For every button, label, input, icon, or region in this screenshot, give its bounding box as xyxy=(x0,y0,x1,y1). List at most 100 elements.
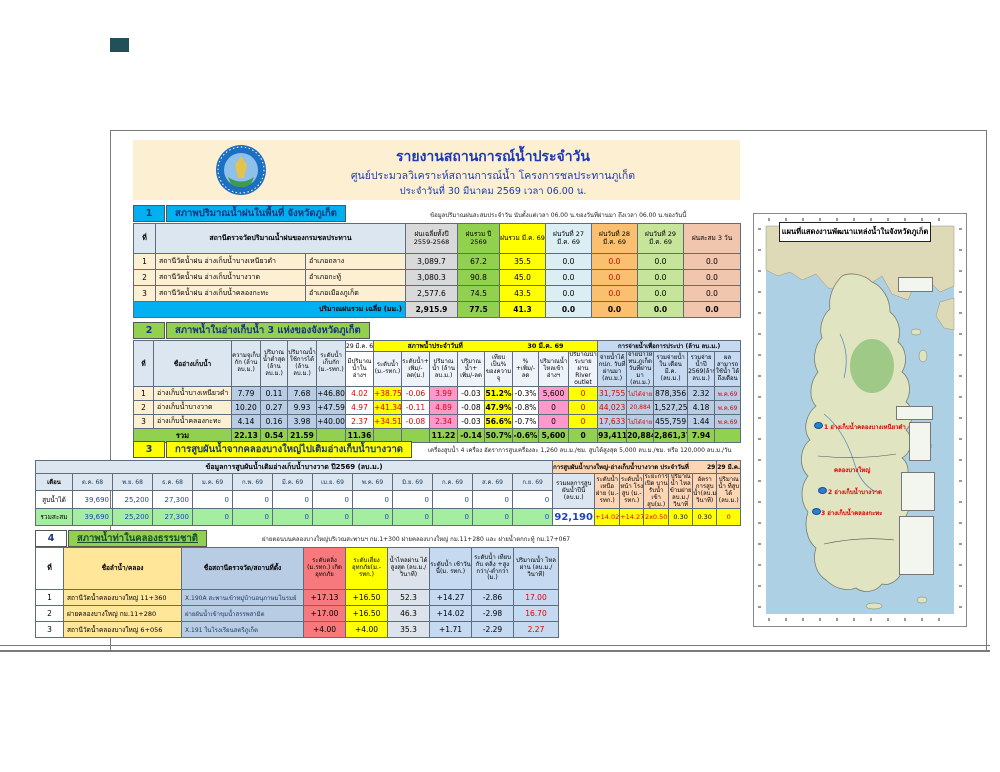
section4-note: ฝายตอนบนคลองบางใหญ่บริเวณสะพานฯ กม.1+300… xyxy=(262,534,570,544)
table-cell: อำเภอเมืองภูเก็ต xyxy=(306,286,406,302)
table-cell: 0.0 xyxy=(684,270,741,286)
map-label-khlongbangyai: คลองบางใหญ่ xyxy=(834,465,870,475)
table-cell: 0.0 xyxy=(546,286,592,302)
frame-bottom-line-2 xyxy=(0,650,990,652)
table-cell: +14.02 xyxy=(430,606,472,622)
table-cell: -0.6% xyxy=(513,429,539,443)
map-islet xyxy=(911,329,921,335)
map-tick-top xyxy=(768,218,952,221)
table-cell: 43.5 xyxy=(500,286,546,302)
today-band-header: สภาพน้ำประจำวันที่ 30 มี.ค. 69 xyxy=(374,341,598,352)
table-cell: 2,861,372 xyxy=(654,429,688,443)
rainfall-row: 1สถานีวัดน้ำฝน อ่างเก็บน้ำบางเหนียวดำอำเ… xyxy=(134,254,741,270)
table-cell: +38.75 xyxy=(374,387,402,401)
col-header: ปริมาณน้ำ ที่สูบได้ (ลบ.ม.) xyxy=(717,474,741,509)
table-cell: 0.0 xyxy=(592,270,638,286)
table-row: ข้อมูลการสูบผันน้ำเติมอ่างเก็บน้ำบางวาด … xyxy=(36,461,741,474)
table-cell xyxy=(715,429,741,443)
row-label: รวมสะสม xyxy=(36,509,73,526)
table-cell: 0.0 xyxy=(592,286,638,302)
pumping-right-date2: 29 มี.ค. 69 xyxy=(717,461,741,474)
col-header-sum: รวมผลการสูบผันน้ำปีนี้ (ลบ.ม.) xyxy=(553,474,595,509)
col-header: ฝนรวม มี.ค. 69 xyxy=(500,224,546,254)
table-cell: 1,527,257 xyxy=(654,401,688,415)
supply-band-header: การจ่ายน้ำเพื่อการประปา (ล้าน ลบ.ม.) xyxy=(598,341,741,352)
map-inset-box xyxy=(901,472,935,511)
table-cell: 45.0 xyxy=(500,270,546,286)
table-cell: ไม่ได้จ่าย xyxy=(627,415,654,429)
table-cell: +41.34 xyxy=(374,401,402,415)
map-label-khlongkata: 3 อ่างเก็บน้ำคลองกะทะ xyxy=(821,508,882,518)
table-cell: -0.8% xyxy=(513,401,539,415)
table-cell: 90.8 xyxy=(458,270,500,286)
table-cell: 0.27 xyxy=(261,401,288,415)
col-header: ก.ย. 69 xyxy=(513,474,553,491)
col-header: ความจุเก็บกัก (ล้าน ลบ.ม.) xyxy=(232,341,261,387)
table-cell: 9.93 xyxy=(288,401,317,415)
table-cell: 0 xyxy=(273,491,313,509)
table-cell: 50.7% xyxy=(485,429,513,443)
col-header: ฝนวันที่ 29 มี.ค. 69 xyxy=(638,224,684,254)
col-header: ชื่อสถานีตรวจวัด/สถานที่ตั้ง xyxy=(182,548,304,590)
table-cell: 0.0 xyxy=(638,270,684,286)
col-header: ระยะการเปิด บานรับน้ำเข้า สูบ(ม.) xyxy=(644,474,669,509)
table-cell: 0.0 xyxy=(546,302,592,318)
col-header: ฝนวันที่ 28 มี.ค. 69 xyxy=(592,224,638,254)
reservoir-table-body: 1อ่างเก็บน้ำบางเหนียวดำ7.790.117.68+46.8… xyxy=(134,387,741,429)
col-header: มี.ค. 69 xyxy=(273,474,313,491)
section4-title: สภาพน้ำท่าในคลองธรรมชาติ xyxy=(68,530,207,547)
col-header: ปริมาณน้ำ ไหลข้ามฝาย ลบ.ม./วินาที xyxy=(669,474,693,509)
reservoir-row: 2อ่างเก็บน้ำบางวาด10.200.279.93+47.594.9… xyxy=(134,401,741,415)
phuket-map-panel: แผนที่แสดงงานพัฒนาแหล่งน้ำในจังหวัดภูเก็… xyxy=(753,213,967,627)
table-cell: ไม่ได้จ่าย xyxy=(627,387,654,401)
table-cell: 2.34 xyxy=(430,415,458,429)
col-header-date-29: 29 มี.ค. 69 xyxy=(346,341,374,352)
table-cell: -0.06 xyxy=(402,387,430,401)
table-cell: อ่างเก็บน้ำคลองกะทะ xyxy=(154,415,232,429)
table-cell: 46.3 xyxy=(388,606,430,622)
table-cell: 44,023 xyxy=(598,401,627,415)
report-title: รายงานสถานการณ์น้ำประจำวัน xyxy=(253,146,733,168)
table-cell: ปริมาณฝนรวม เฉลี่ย (มม.) xyxy=(134,302,406,318)
table-cell: อำเภอถลาง xyxy=(306,254,406,270)
table-cell: +16.50 xyxy=(346,590,388,606)
table-cell: +47.59 xyxy=(317,401,346,415)
col-header: ระดับน้ำเก็บกัก (ม.-รทก.) xyxy=(317,341,346,387)
table-cell: 2 xyxy=(134,401,154,415)
table-cell: 1 xyxy=(36,590,64,606)
table-cell: -0.08 xyxy=(402,415,430,429)
table-cell: 20,884 xyxy=(627,401,654,415)
table-cell: 0 xyxy=(233,491,273,509)
frame-bottom-line-1 xyxy=(0,645,990,646)
col-header: ชื่ออ่างเก็บน้ำ xyxy=(154,341,232,387)
reservoir-row: 3อ่างเก็บน้ำคลองกะทะ4.140.163.98+40.002.… xyxy=(134,415,741,429)
map-inset-box xyxy=(899,516,934,575)
table-cell: 2 xyxy=(134,270,156,286)
table-cell: 4.97 xyxy=(346,401,374,415)
table-cell: -0.08 xyxy=(458,401,485,415)
phuket-map-graphic xyxy=(754,214,966,626)
table-cell: 17.00 xyxy=(514,590,559,606)
table-cell: 3.98 xyxy=(288,415,317,429)
col-header: ฝนเฉลี่ยทั้งปี 2559-2568 xyxy=(406,224,458,254)
col-header: ธ.ค. 68 xyxy=(153,474,193,491)
col-header: พ.ค. 69 xyxy=(353,474,393,491)
table-cell: 31,755 xyxy=(598,387,627,401)
col-header: ระดับตลิ่ง (ม.รทก.) เกิดอุทกภัย xyxy=(304,548,346,590)
table-cell: 2.32 xyxy=(688,387,715,401)
section2-number: 2 xyxy=(133,322,165,339)
table-cell: 16.70 xyxy=(514,606,559,622)
today-band-date: 30 มี.ค. 69 xyxy=(527,342,563,350)
section3-note: เครื่องสูบน้ำ 4 เครื่อง อัตราการสูบเครื่… xyxy=(428,445,732,455)
table-cell: -2.98 xyxy=(472,606,514,622)
table-cell: 25,200 xyxy=(113,509,153,526)
table-cell: 0 xyxy=(473,509,513,526)
table-cell: 0.0 xyxy=(592,302,638,318)
table-cell: 0.0 xyxy=(546,254,592,270)
table-cell: +46.80 xyxy=(317,387,346,401)
col-header: จ่ายน้ำให้ ทน.ภูเก็ต วันที่ผ่านมา (ลบ.ม.… xyxy=(627,352,654,387)
col-header: ปริมาณน้ำต่ำสุด (ล้าน ลบ.ม.) xyxy=(261,341,288,387)
col-header: เม.ย. 69 xyxy=(313,474,353,491)
col-header: ระดับน้ำ (ม.-รทก.) xyxy=(374,352,402,387)
canal-table-body: 1สถานีวัดน้ำคลองบางใหญ่ 11+360X.190A สะพ… xyxy=(36,590,559,638)
